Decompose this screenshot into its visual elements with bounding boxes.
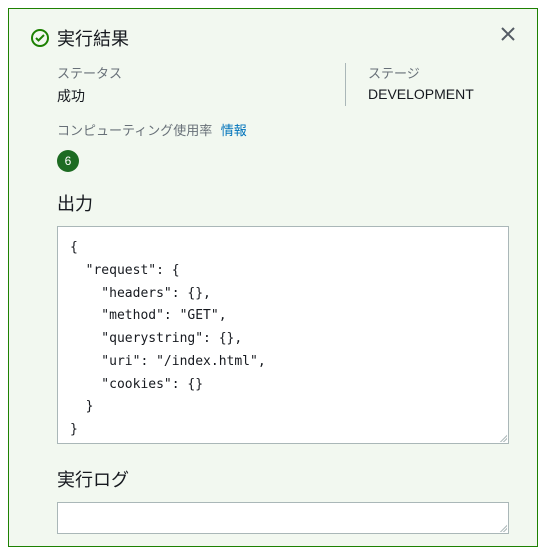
header-row: 実行結果 [31,25,515,51]
output-content: { "request": { "headers": {}, "method": … [70,240,266,437]
stage-column: ステージ DEVELOPMENT [345,63,515,106]
panel-title: 実行結果 [57,25,129,51]
compute-usage-label: コンピューティング使用率 [57,123,212,138]
stage-value: DEVELOPMENT [368,86,515,102]
execution-result-panel: 実行結果 ステータス 成功 ステージ DEVELOPMENT コンピューティング… [8,8,538,547]
resize-handle-icon [495,520,507,532]
success-check-icon [31,29,49,47]
log-textarea[interactable] [57,502,509,534]
close-button[interactable] [497,23,519,45]
stage-label: ステージ [368,63,515,82]
output-section-title: 出力 [57,190,515,216]
log-section-title: 実行ログ [57,466,515,492]
close-icon [501,27,515,41]
info-link[interactable]: 情報 [221,123,247,138]
resize-handle-icon [495,430,507,442]
compute-usage-badge: 6 [57,150,79,172]
meta-row: ステータス 成功 ステージ DEVELOPMENT [57,63,515,106]
status-column: ステータス 成功 [57,63,345,106]
status-label: ステータス [57,63,345,82]
output-textarea[interactable]: { "request": { "headers": {}, "method": … [57,226,509,444]
compute-row: コンピューティング使用率 情報 [57,120,515,140]
status-value: 成功 [57,86,345,106]
